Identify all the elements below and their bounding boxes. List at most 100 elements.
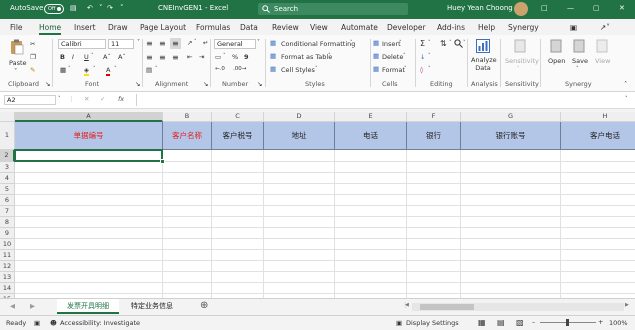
cell-g7[interactable] <box>461 206 561 217</box>
prev-sheet-icon[interactable]: ◀ <box>10 302 15 310</box>
tab-developer[interactable]: Developer <box>387 23 426 32</box>
cell-f11[interactable] <box>407 250 461 261</box>
format-painter-icon[interactable]: ✎ <box>30 66 35 74</box>
clipboard-launcher-icon[interactable]: ↘ <box>45 80 50 88</box>
sensitivity-dropdown-icon[interactable]: ˅ <box>517 66 520 72</box>
copy-icon[interactable]: ❐ <box>30 53 36 61</box>
number-format-dropdown-icon[interactable]: ˅ <box>257 39 260 46</box>
cell-b9[interactable] <box>163 228 212 239</box>
percent-icon[interactable]: % <box>232 53 238 61</box>
cell-e4[interactable] <box>335 173 407 184</box>
analyze-data-icon[interactable] <box>476 39 490 53</box>
cell-f14[interactable] <box>407 283 461 294</box>
font-size-dropdown-icon[interactable]: ˅ <box>137 39 140 46</box>
insert-cells-button[interactable]: Insert <box>382 40 401 48</box>
cell-g9[interactable] <box>461 228 561 239</box>
cell-h3[interactable] <box>561 162 635 173</box>
confirm-entry-icon[interactable]: ✓ <box>100 95 105 103</box>
autosave-toggle[interactable]: Off <box>44 4 64 14</box>
synergy-view-icon[interactable] <box>596 39 608 53</box>
cell-d3[interactable] <box>264 162 335 173</box>
font-name-select[interactable]: Calibri <box>58 39 106 49</box>
scroll-left-icon[interactable]: ◀ <box>405 302 409 308</box>
minimize-icon[interactable]: — <box>567 4 574 12</box>
cell-f7[interactable] <box>407 206 461 217</box>
accounting-dropdown-icon[interactable]: ˅ <box>223 53 226 59</box>
cell-styles-button[interactable]: Cell Styles <box>281 66 315 74</box>
tab-synergy[interactable]: Synergy <box>508 23 539 32</box>
align-bottom-icon[interactable]: ≡ <box>172 39 179 48</box>
cell-a13[interactable] <box>15 272 163 283</box>
column-header-f[interactable]: F <box>407 112 461 122</box>
zoom-in-icon[interactable]: + <box>598 318 603 326</box>
cell-f13[interactable] <box>407 272 461 283</box>
tab-home[interactable]: Home <box>39 23 61 32</box>
cell-b7[interactable] <box>163 206 212 217</box>
tab-help[interactable]: Help <box>478 23 495 32</box>
cell-g6[interactable] <box>461 195 561 206</box>
cell-e2[interactable] <box>335 150 407 162</box>
decrease-decimal-icon[interactable]: .00→ <box>233 66 246 72</box>
insert-dropdown-icon[interactable]: ˅ <box>399 40 402 46</box>
search-box[interactable]: Search <box>258 3 408 15</box>
cell-a14[interactable] <box>15 283 163 294</box>
horizontal-scrollbar[interactable] <box>412 303 624 311</box>
cell-c7[interactable] <box>212 206 264 217</box>
cell-g8[interactable] <box>461 217 561 228</box>
cell-a7[interactable] <box>15 206 163 217</box>
cell-g12[interactable] <box>461 261 561 272</box>
insert-function-button[interactable]: fx <box>118 95 124 103</box>
row-header-14[interactable]: 14 <box>0 283 15 294</box>
cell-e8[interactable] <box>335 217 407 228</box>
cell-f6[interactable] <box>407 195 461 206</box>
share-icon[interactable]: ↗˅ <box>600 23 610 32</box>
cell-h12[interactable] <box>561 261 635 272</box>
synergy-view-button[interactable]: View <box>595 57 610 65</box>
synergy-open-button[interactable]: Open <box>548 57 565 65</box>
conditional-formatting-dropdown-icon[interactable]: ˅ <box>350 40 353 46</box>
row-header-6[interactable]: 6 <box>0 195 15 206</box>
row-header-7[interactable]: 7 <box>0 206 15 217</box>
cell-b12[interactable] <box>163 261 212 272</box>
orientation-icon[interactable]: ↗ <box>187 39 192 47</box>
cell-c10[interactable] <box>212 239 264 250</box>
avatar[interactable] <box>514 2 528 16</box>
cell-g10[interactable] <box>461 239 561 250</box>
underline-dropdown-icon[interactable]: ˅ <box>91 53 94 59</box>
ribbon-display-icon[interactable]: □ <box>541 4 548 12</box>
clear-dropdown-icon[interactable]: ˅ <box>428 66 431 72</box>
row-header-1[interactable]: 1 <box>0 122 15 150</box>
increase-decimal-icon[interactable]: ←.0 <box>215 66 225 72</box>
cell-styles-dropdown-icon[interactable]: ˅ <box>315 66 318 72</box>
fill-handle[interactable] <box>160 159 165 164</box>
cell-g5[interactable] <box>461 184 561 195</box>
underline-icon[interactable]: U <box>84 53 89 61</box>
autosum-dropdown-icon[interactable]: ˅ <box>428 40 431 46</box>
page-break-view-icon[interactable]: ▧ <box>516 318 524 327</box>
column-header-c[interactable]: C <box>212 112 264 122</box>
header-cell-e[interactable]: 电话 <box>335 122 407 150</box>
synergy-save-icon[interactable] <box>573 39 585 53</box>
sheet-tab-special-business[interactable]: 特定业务信息 <box>121 299 183 314</box>
merge-dropdown-icon[interactable]: ˅ <box>155 66 158 72</box>
cell-h8[interactable] <box>561 217 635 228</box>
conditional-formatting-icon[interactable]: ▦ <box>270 39 276 47</box>
cell-d5[interactable] <box>264 184 335 195</box>
header-cell-c[interactable]: 客户税号 <box>212 122 264 150</box>
worksheet-grid[interactable]: ABCDEFGH 1 单据编号 客户名称 客户税号 地址 电话 银行 银行账号 客户电话 2 3 4 5… <box>0 112 635 298</box>
cell-c9[interactable] <box>212 228 264 239</box>
column-header-g[interactable]: G <box>461 112 561 122</box>
zoom-level[interactable]: 100% <box>609 319 628 327</box>
fill-dropdown-icon[interactable]: ˅ <box>428 53 431 59</box>
tab-file[interactable]: File <box>10 23 23 32</box>
format-as-table-button[interactable]: Format as Table <box>281 53 332 61</box>
sort-filter-icon[interactable]: ⇅ <box>440 39 447 48</box>
number-format-select[interactable]: General <box>214 39 256 49</box>
tab-review[interactable]: Review <box>272 23 299 32</box>
customize-qat-icon[interactable]: ˅ <box>120 4 124 12</box>
merge-center-icon[interactable]: ▤ <box>146 66 152 74</box>
cell-a3[interactable] <box>15 162 163 173</box>
row-header-2[interactable]: 2 <box>0 150 15 162</box>
cell-c8[interactable] <box>212 217 264 228</box>
borders-dropdown-icon[interactable]: ˅ <box>68 66 71 72</box>
